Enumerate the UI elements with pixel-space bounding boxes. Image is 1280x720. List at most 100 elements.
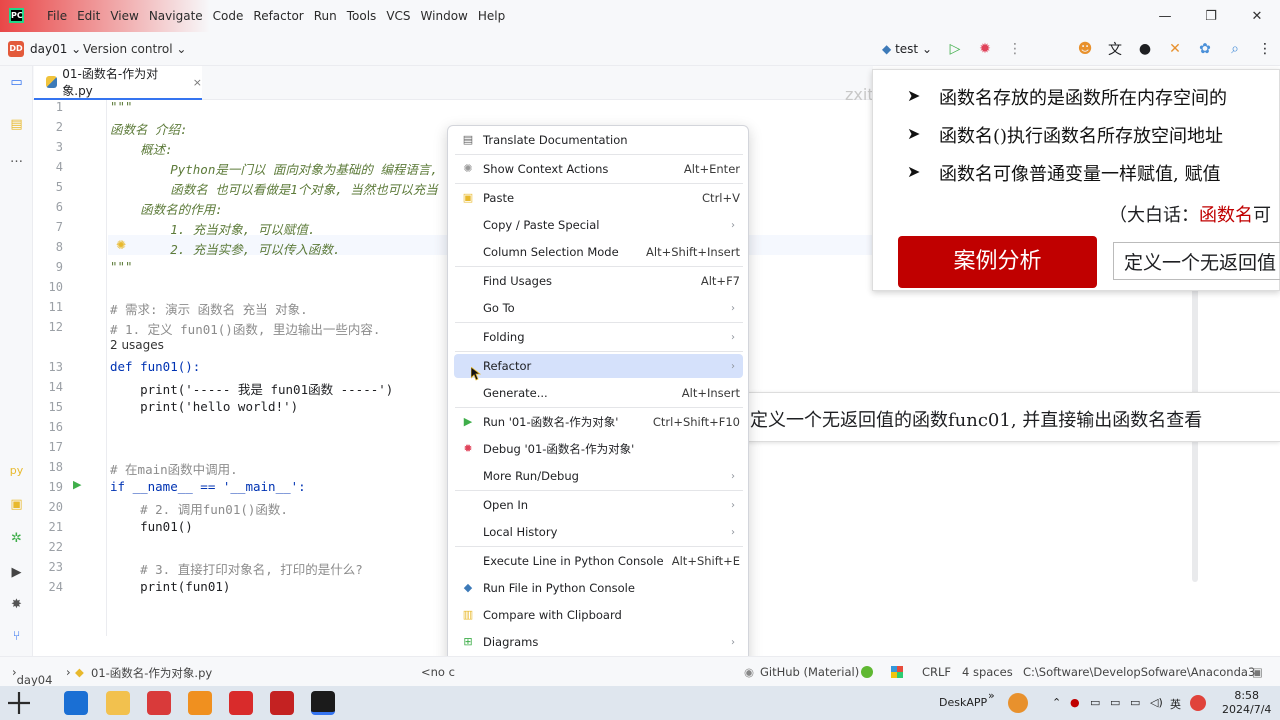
pycharm-taskbar-icon[interactable] bbox=[311, 691, 335, 715]
code-line[interactable]: 1. 充当对象, 可以赋值. bbox=[110, 219, 315, 238]
menu-help[interactable]: Help bbox=[473, 9, 510, 23]
project-selector[interactable]: day01 ⌄ bbox=[30, 42, 81, 56]
menu-item[interactable]: Folding › bbox=[454, 325, 743, 349]
more-tools-icon[interactable]: … bbox=[8, 150, 25, 167]
code-line[interactable]: print(fun01) bbox=[110, 579, 230, 594]
theme-widget[interactable]: GitHub (Material) bbox=[760, 665, 859, 679]
close-window-button[interactable]: ✕ bbox=[1234, 0, 1280, 32]
code-line[interactable]: # 需求: 演示 函数名 充当 对象. bbox=[110, 299, 308, 318]
taskbar-app-icon[interactable] bbox=[147, 691, 171, 715]
menu-item[interactable]: Open In › bbox=[454, 493, 743, 517]
minimize-button[interactable]: — bbox=[1142, 0, 1188, 32]
overflow-icon[interactable]: » bbox=[988, 689, 995, 702]
line-number[interactable]: 12 bbox=[33, 320, 63, 334]
tray-up-arrow-icon[interactable]: ⌃ bbox=[1052, 696, 1061, 709]
line-number[interactable]: 15 bbox=[33, 400, 63, 414]
menu-item[interactable]: Copy / Paste Special › bbox=[454, 213, 743, 237]
menu-item[interactable]: ▤ Translate Documentation bbox=[454, 128, 743, 152]
line-number[interactable]: 3 bbox=[33, 140, 63, 154]
run-icon[interactable]: ▷ bbox=[940, 41, 970, 57]
line-number[interactable]: 20 bbox=[33, 500, 63, 514]
problems-icon[interactable]: ✸ bbox=[8, 596, 25, 613]
code-line[interactable]: # 1. 定义 fun01()函数, 里边输出一些内容. bbox=[110, 319, 380, 338]
context-widget[interactable]: <no c bbox=[421, 665, 455, 679]
line-number[interactable]: 9 bbox=[33, 260, 63, 274]
menu-item[interactable]: Execute Line in Python Console Alt+Shift+… bbox=[454, 549, 743, 573]
menu-item[interactable]: ◆ Run File in Python Console bbox=[454, 576, 743, 600]
network-icon[interactable]: ▭ bbox=[1110, 696, 1120, 709]
project-view-icon[interactable]: ▭ bbox=[8, 74, 25, 91]
indent-setting[interactable]: 4 spaces bbox=[962, 665, 1013, 679]
menu-view[interactable]: View bbox=[105, 9, 143, 23]
services-icon[interactable]: ✲ bbox=[8, 530, 25, 547]
tray-icon[interactable]: ▭ bbox=[1090, 696, 1100, 709]
line-number[interactable]: 22 bbox=[33, 540, 63, 554]
terminal-icon[interactable]: ▶ bbox=[8, 564, 25, 581]
interpreter-path[interactable]: C:\Software\DevelopSofware\Anaconda3 bbox=[1023, 665, 1255, 679]
menu-item[interactable]: Generate... Alt+Insert bbox=[454, 381, 743, 405]
bulb-icon[interactable]: ✺ bbox=[116, 238, 126, 252]
menu-item[interactable]: ✺ Show Context Actions Alt+Enter bbox=[454, 157, 743, 181]
vcs-widget[interactable]: Version control ⌄ bbox=[83, 42, 186, 56]
code-line[interactable]: """ bbox=[110, 259, 133, 274]
settings-icon[interactable]: ⋮ bbox=[1250, 41, 1280, 57]
system-clock[interactable]: 8:58 2024/7/4 bbox=[1222, 689, 1271, 717]
line-number[interactable]: 23 bbox=[33, 560, 63, 574]
code-line[interactable]: 函数名的作用: bbox=[110, 199, 223, 218]
line-number[interactable]: 13 bbox=[33, 360, 63, 374]
restore-button[interactable]: ❐ bbox=[1188, 0, 1234, 32]
line-number[interactable]: 19 bbox=[33, 480, 63, 494]
menu-item[interactable]: More Run/Debug › bbox=[454, 464, 743, 488]
tab-file[interactable]: 01-函数名-作为对象.py × bbox=[34, 66, 202, 100]
code-line[interactable]: print('hello world!') bbox=[110, 399, 298, 414]
menu-item[interactable]: Local History › bbox=[454, 520, 743, 544]
menu-item[interactable]: Refactor › bbox=[454, 354, 743, 378]
lock-icon[interactable]: ▣ bbox=[1252, 665, 1263, 679]
line-number[interactable]: 10 bbox=[33, 280, 63, 294]
menu-run[interactable]: Run bbox=[309, 9, 342, 23]
collab-icon[interactable]: ☻ bbox=[1070, 41, 1100, 57]
line-number[interactable]: 7 bbox=[33, 220, 63, 234]
code-line[interactable]: # 2. 调用fun01()函数. bbox=[110, 499, 288, 518]
line-number[interactable]: 11 bbox=[33, 300, 63, 314]
menu-code[interactable]: Code bbox=[208, 9, 249, 23]
tray-app-icon[interactable] bbox=[1008, 693, 1028, 713]
menu-item[interactable]: Go To › bbox=[454, 296, 743, 320]
line-number[interactable]: 18 bbox=[33, 460, 63, 474]
code-line[interactable]: def fun01(): bbox=[110, 359, 200, 374]
python-packages-icon[interactable]: py bbox=[8, 462, 25, 479]
line-number[interactable]: 24 bbox=[33, 580, 63, 594]
line-number[interactable]: 1 bbox=[33, 100, 63, 114]
menu-item[interactable]: ▥ Compare with Clipboard bbox=[454, 603, 743, 627]
code-line[interactable]: if __name__ == '__main__': bbox=[110, 479, 306, 494]
menu-edit[interactable]: Edit bbox=[72, 9, 105, 23]
code-line[interactable]: Python是一门以 面向对象为基础的 编程语言, 一 bbox=[110, 159, 458, 178]
line-number[interactable]: 4 bbox=[33, 160, 63, 174]
line-number[interactable]: 8 bbox=[33, 240, 63, 254]
record-tray-icon[interactable]: ● bbox=[1070, 696, 1080, 709]
taskbar-app-icon[interactable] bbox=[270, 691, 294, 715]
code-line[interactable]: # 在main函数中调用. bbox=[110, 459, 238, 478]
menu-window[interactable]: Window bbox=[416, 9, 473, 23]
windows-start-icon[interactable] bbox=[8, 692, 30, 714]
close-tab-icon[interactable]: × bbox=[193, 76, 202, 89]
line-separator[interactable]: CRLF bbox=[922, 665, 951, 679]
status-ok-icon[interactable] bbox=[861, 666, 873, 678]
file-explorer-icon[interactable] bbox=[106, 691, 130, 715]
usages-hint[interactable]: 2 usages bbox=[110, 338, 164, 352]
menu-item[interactable]: Find Usages Alt+F7 bbox=[454, 269, 743, 293]
wps-icon[interactable] bbox=[229, 691, 253, 715]
taskbar-app-icon[interactable] bbox=[188, 691, 212, 715]
line-number[interactable]: 14 bbox=[33, 380, 63, 394]
record-icon[interactable]: ● bbox=[1130, 41, 1160, 57]
line-number[interactable]: 2 bbox=[33, 120, 63, 134]
code-line[interactable]: 概述: bbox=[110, 139, 173, 158]
line-number[interactable]: 6 bbox=[33, 200, 63, 214]
code-line[interactable]: 函数名 也可以看做是1个对象, 当然也可以充当 (实 bbox=[110, 179, 465, 198]
menu-item[interactable]: ▣ Paste Ctrl+V bbox=[454, 186, 743, 210]
bookmarks-icon[interactable]: ▤ bbox=[8, 116, 25, 133]
code-line[interactable]: print('----- 我是 fun01函数 -----') bbox=[110, 379, 393, 398]
more-actions-icon[interactable]: ⋮ bbox=[1000, 41, 1030, 57]
deskapp-label[interactable]: DeskAPP bbox=[939, 696, 987, 709]
breadcrumb-file[interactable]: 01-函数名-作为对象.py bbox=[91, 665, 212, 681]
